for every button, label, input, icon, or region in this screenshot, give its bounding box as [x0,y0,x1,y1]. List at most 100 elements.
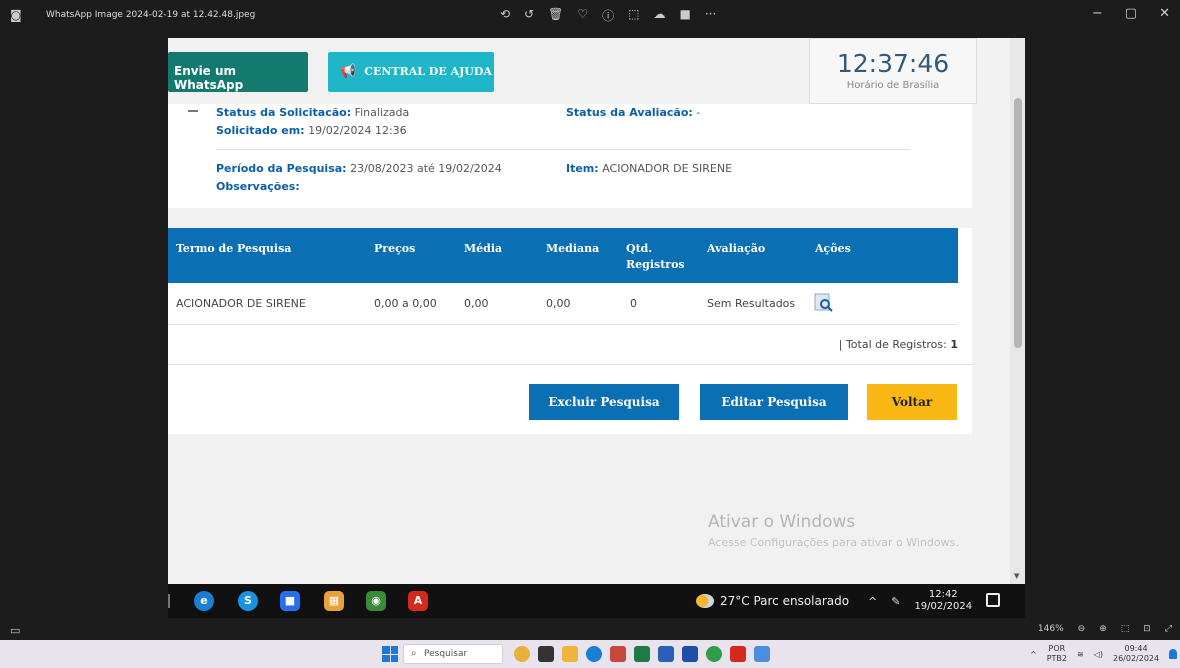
cell-term: ACIONADOR DE SIRENE [176,297,306,310]
cell-evaluation: Sem Resultados [707,297,796,310]
period-line: Período da Pesquisa: 23/08/2023 até 19/0… [216,162,502,175]
weather-icon [696,594,714,608]
delete-icon[interactable]: 🗑 [548,7,563,24]
more-icon[interactable]: ··· [705,7,716,24]
clock-widget: 12:37:46 Horário de Brasília [809,38,977,104]
system-clock[interactable]: 09:44 26/02/2024 [1113,644,1159,664]
info-icon[interactable]: ⓘ [602,7,614,24]
windows-start-icon[interactable] [382,646,398,662]
clock-zone: Horário de Brasília [846,80,940,91]
edge-icon[interactable] [586,646,602,662]
widgets-icon[interactable] [514,646,530,662]
system-tray: ^ POR PTB2 ≋ ◁) 09:44 26/02/2024 [1030,644,1178,664]
photos-icon[interactable] [754,646,770,662]
photo-tray: ^ ✎ 12:42 19/02/2024 [868,589,972,613]
zoom-level[interactable]: 146% [1038,624,1064,634]
rotate-icon[interactable]: ↺ [524,7,534,24]
bullet-mark [188,110,198,112]
windows-taskbar: ⌕ Pesquisar ^ POR PTB2 ≋ ◁) 09:44 26/02/… [0,640,1180,668]
notification-icon [986,593,1000,607]
taskbar-search[interactable]: ⌕ Pesquisar [403,644,503,664]
divider [168,364,972,365]
maximize-icon[interactable]: ▢ [1125,6,1137,21]
table-header: Termo de Pesquisa Preços Média Mediana Q… [168,228,958,283]
separator [168,594,170,608]
minimize-icon[interactable]: − [1092,6,1103,21]
edit-icon[interactable]: ⟲ [500,7,510,24]
pen-icon: ✎ [891,594,901,608]
col-count: Qtd. Registros [626,242,685,271]
activation-watermark-text: Acesse Configurações para ativar o Windo… [708,536,959,549]
viewer-title: WhatsApp Image 2024-02-19 at 12.42.48.jp… [46,10,256,20]
window-controls: − ▢ ✕ [1092,6,1170,21]
notification-bell-icon[interactable] [1169,649,1178,659]
task-view-icon[interactable] [538,646,554,662]
col-evaluation: Avaliação [707,242,766,255]
acrobat-icon: A [408,591,428,611]
mail-icon[interactable] [682,646,698,662]
obs-line: Observações: [216,180,300,193]
crop-icon[interactable]: ⬚ [628,7,639,24]
chevron-up-icon[interactable]: ^ [1030,650,1037,659]
language-indicator[interactable]: POR PTB2 [1047,644,1067,664]
search-icon: ⌕ [411,648,417,659]
page-scrollbar[interactable]: ▼ [1010,38,1025,584]
cell-median: 0,00 [546,297,571,310]
whatsapp-button[interactable]: Envie um WhatsApp [168,52,308,92]
zoom-in-icon[interactable]: ⊕ [1099,624,1107,634]
edit-search-button[interactable]: Editar Pesquisa [700,384,848,420]
viewer-titlebar: ◙ WhatsApp Image 2024-02-19 at 12.42.48.… [0,0,1180,32]
acrobat-icon[interactable] [730,646,746,662]
help-center-button[interactable]: 📢 CENTRAL DE AJUDA [328,52,494,92]
excel-icon[interactable] [634,646,650,662]
col-mean: Média [464,242,503,255]
zoom-controls: 146% ⊖ ⊕ ⬚ ⊡ ⤢ [1038,624,1172,634]
col-term: Termo de Pesquisa [176,242,292,255]
photo-clock: 12:42 19/02/2024 [914,589,973,612]
scrollbar-thumb[interactable] [1014,98,1022,348]
edge-icon: e [194,591,214,611]
actual-size-icon[interactable]: ⊡ [1143,624,1151,634]
total-records: | Total de Registros: 1 [838,338,958,351]
megaphone-icon: 📢 [340,64,357,79]
weather-widget: 27°C Parc ensolarado [696,589,849,613]
scroll-down-icon[interactable]: ▼ [1014,572,1019,580]
zoom-out-icon[interactable]: ⊖ [1078,624,1086,634]
file-explorer-icon[interactable] [562,646,578,662]
back-button[interactable]: Voltar [867,384,957,420]
results-card: Termo de Pesquisa Preços Média Mediana Q… [168,228,972,434]
col-actions: Ações [815,242,851,255]
chrome-icon[interactable] [706,646,722,662]
cloud-icon[interactable]: ☁ [653,7,665,24]
col-prices: Preços [374,242,416,255]
clock-time: 12:37:46 [836,49,950,78]
fullscreen-icon[interactable]: ⤢ [1165,624,1172,634]
powerpoint-icon[interactable] [610,646,626,662]
col-median: Mediana [546,242,600,255]
volume-icon[interactable]: ◁) [1094,650,1103,659]
cell-count: 0 [630,297,637,310]
search-icon[interactable] [814,293,834,313]
close-icon[interactable]: ✕ [1159,6,1170,21]
calendar-icon: ▦ [324,591,344,611]
word-icon[interactable] [658,646,674,662]
filmstrip-icon[interactable]: ▭ [10,624,20,637]
cell-mean: 0,00 [464,297,489,310]
chevron-up-icon: ^ [868,594,878,608]
photos-app-icon: ◙ [10,8,22,22]
chrome-icon: ◉ [366,591,386,611]
divider [216,149,910,150]
fit-icon[interactable]: ⬚ [1121,624,1130,634]
help-label: CENTRAL DE AJUDA [364,65,492,78]
skype-icon: S [238,591,258,611]
table-row: ACIONADOR DE SIRENE 0,00 a 0,00 0,00 0,0… [168,283,958,325]
photo-canvas: Envie um WhatsApp 📢 CENTRAL DE AJUDA 12:3… [168,38,1025,618]
activation-watermark-title: Ativar o Windows [708,512,856,532]
favorite-icon[interactable]: ♡ [577,7,588,24]
wifi-icon[interactable]: ≋ [1077,650,1084,659]
app-icon[interactable]: ■ [679,7,690,24]
photo-taskbar: e S ■ ▦ ◉ A 27°C Parc ensolarado ^ ✎ 12:… [168,584,1025,618]
zoom-icon: ■ [280,591,300,611]
delete-search-button[interactable]: Excluir Pesquisa [529,384,679,420]
request-details-card: Status da Solicitação: Finalizada Status… [168,104,972,208]
